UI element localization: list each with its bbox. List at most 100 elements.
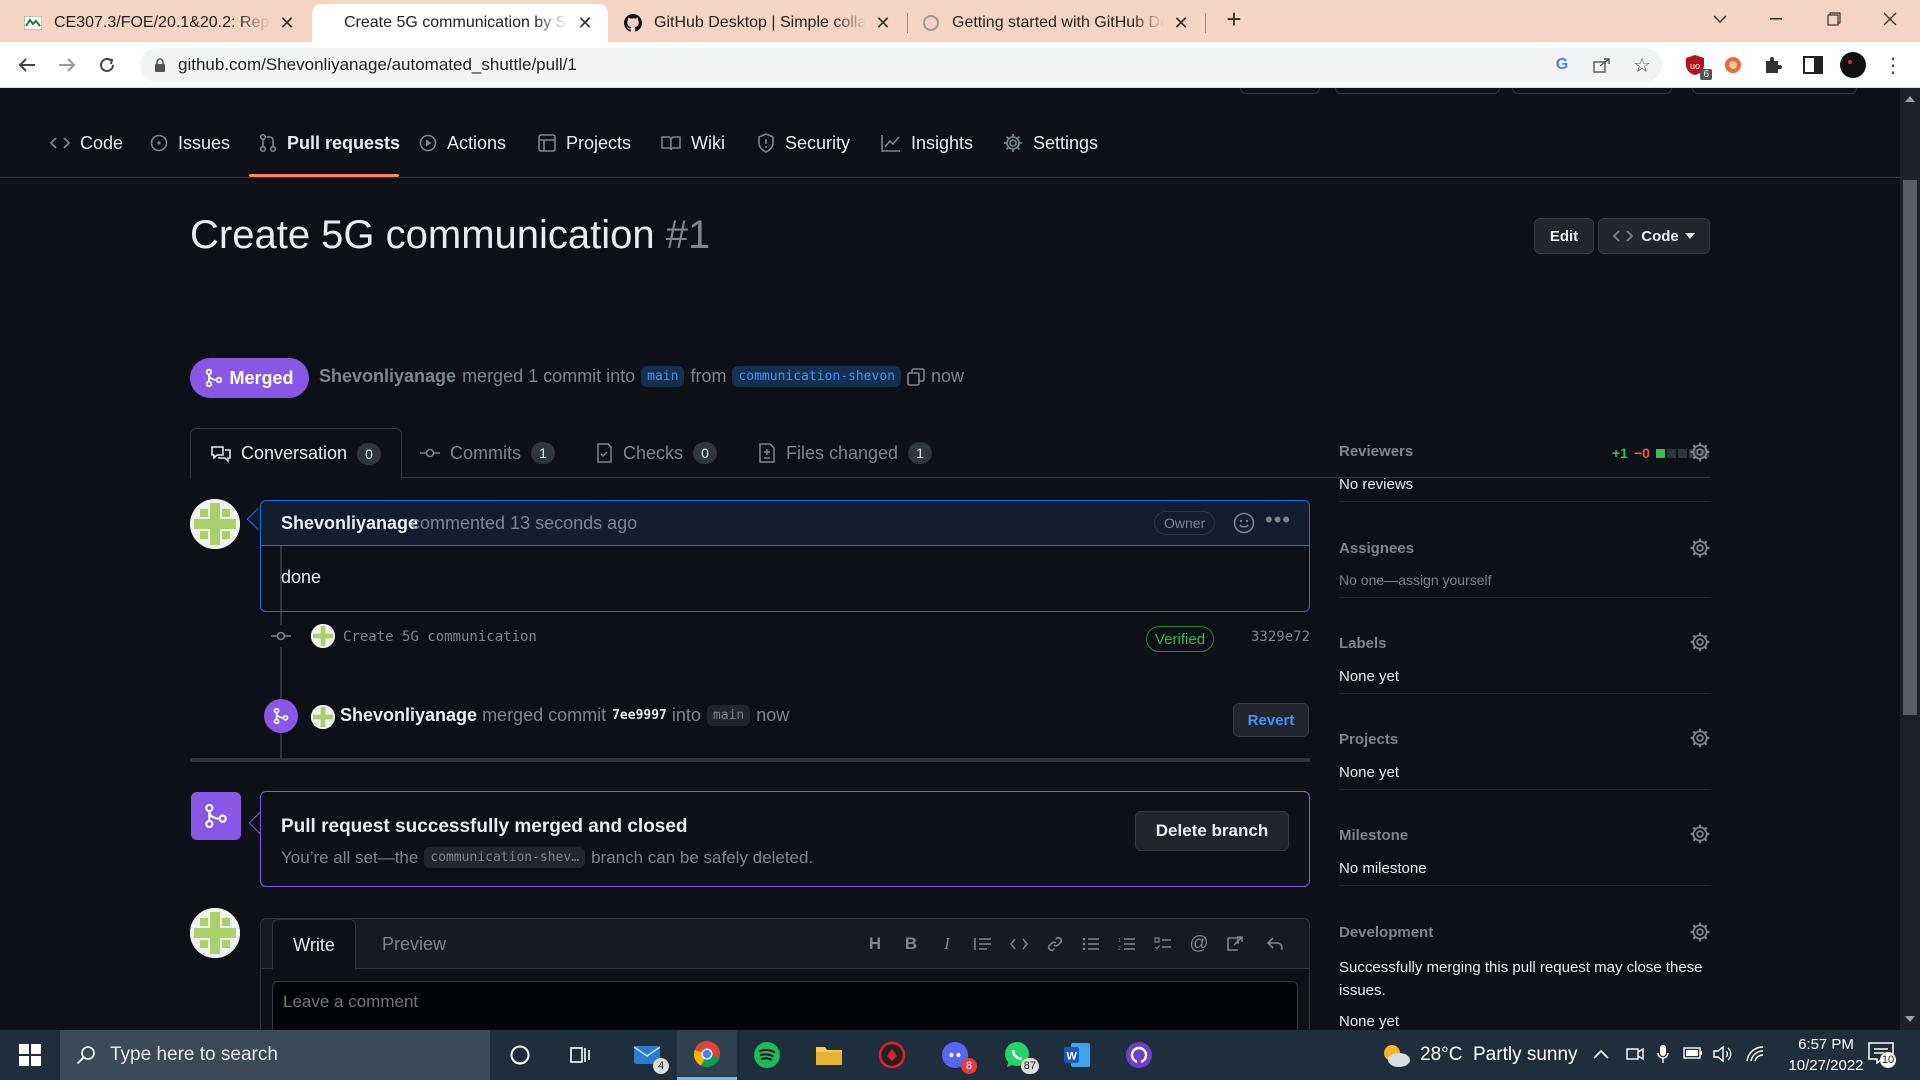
nav-pull-requests[interactable]: Pull requests (259, 128, 400, 158)
sidebar-heading[interactable]: Reviewers (1339, 443, 1413, 460)
side-panel-icon[interactable] (1800, 52, 1826, 78)
delete-branch-button[interactable]: Delete branch (1135, 811, 1289, 851)
gear-icon[interactable] (1689, 441, 1711, 463)
preview-tab[interactable]: Preview (366, 919, 462, 969)
battery-icon[interactable] (1683, 1046, 1703, 1065)
close-window-icon[interactable] (1862, 0, 1918, 38)
sidebar-heading[interactable]: Assignees (1339, 540, 1414, 557)
commit-message-link[interactable]: Create 5G communication (343, 629, 537, 645)
browser-tab-getting-started[interactable]: Getting started with GitHub Desktop ✕ (908, 4, 1204, 42)
tab-commits[interactable]: Commits 1 (420, 428, 555, 478)
windows-start-icon[interactable] (0, 1030, 60, 1080)
head-branch-link[interactable]: communication-shevon (732, 366, 901, 387)
microphone-icon[interactable] (1656, 1044, 1670, 1069)
write-tab[interactable]: Write (272, 919, 356, 970)
notifications-icon[interactable]: 10 (1868, 1042, 1898, 1068)
word-app-icon[interactable]: W (1047, 1030, 1107, 1080)
browser-tab-pull-request[interactable]: Create 5G communication by Shevonliyanag… (312, 4, 608, 42)
scroll-down-arrow-icon[interactable] (1905, 1016, 1915, 1022)
reply-icon[interactable] (1263, 932, 1287, 956)
comment-input[interactable] (272, 981, 1298, 1030)
nav-wiki[interactable]: Wiki (661, 128, 725, 158)
lock-icon[interactable] (150, 55, 170, 75)
github-desktop-app-icon[interactable] (1109, 1030, 1169, 1080)
nav-settings[interactable]: Settings (1003, 128, 1098, 158)
bookmark-star-icon[interactable]: ☆ (1632, 55, 1652, 77)
italic-icon[interactable]: I (935, 932, 959, 956)
wifi-icon[interactable] (1745, 1045, 1765, 1068)
reload-icon[interactable] (92, 50, 122, 80)
browser-tab-repository[interactable]: CE307.3/FOE/20.1&20.2: Repository ✕ (10, 4, 310, 42)
avatar[interactable] (190, 499, 240, 549)
kebab-menu-icon[interactable]: ••• (1265, 507, 1291, 533)
nav-security[interactable]: Security (757, 128, 850, 158)
gear-icon[interactable] (1689, 727, 1711, 749)
bold-icon[interactable]: B (899, 932, 923, 956)
tab-close-icon[interactable]: ✕ (576, 13, 594, 34)
author-link[interactable]: Shevonliyanage (319, 366, 456, 387)
comment-author[interactable]: Shevonliyanage (281, 513, 418, 534)
gear-icon[interactable] (1689, 921, 1711, 943)
merge-event-time[interactable]: now (756, 705, 789, 726)
avatar[interactable] (311, 624, 335, 648)
code-dropdown-button[interactable]: Code (1598, 218, 1710, 254)
restore-window-icon[interactable] (1806, 0, 1862, 38)
nav-projects[interactable]: Projects (538, 128, 631, 158)
tab-close-icon[interactable]: ✕ (278, 13, 296, 34)
nav-insights[interactable]: Insights (881, 128, 973, 158)
tab-conversation[interactable]: Conversation 0 (190, 428, 403, 479)
smiley-icon[interactable] (1233, 512, 1255, 539)
chrome-app-icon[interactable] (677, 1030, 737, 1080)
cross-reference-icon[interactable] (1223, 932, 1247, 956)
commit-sha-link[interactable]: 3329e72 (1251, 629, 1310, 645)
copy-icon[interactable] (907, 367, 925, 386)
back-arrow-icon[interactable] (12, 50, 42, 80)
profile-avatar[interactable] (1840, 52, 1866, 78)
sidebar-heading[interactable]: Labels (1339, 635, 1387, 652)
tray-chevron-icon[interactable] (1593, 1046, 1609, 1064)
gear-icon[interactable] (1689, 823, 1711, 845)
ublock-extension-icon[interactable]: uo 6 (1682, 52, 1712, 80)
cortana-circle-icon[interactable] (490, 1030, 550, 1080)
meet-now-icon[interactable] (1626, 1045, 1644, 1068)
ordered-list-icon[interactable]: 12 (1115, 932, 1139, 956)
weather-widget[interactable]: 28°C Partly sunny (1380, 1030, 1578, 1080)
link-icon[interactable] (1043, 932, 1067, 956)
heading-icon[interactable]: H (863, 932, 887, 956)
file-explorer-icon[interactable] (799, 1030, 859, 1080)
whatsapp-app-icon[interactable]: 87 (987, 1030, 1047, 1080)
address-bar[interactable]: github.com/Shevonliyanage/automated_shut… (140, 48, 1662, 82)
extensions-puzzle-icon[interactable] (1760, 52, 1786, 78)
revert-button[interactable]: Revert (1233, 703, 1309, 737)
code-icon[interactable] (1007, 932, 1031, 956)
sidebar-heading[interactable]: Milestone (1339, 827, 1408, 844)
tab-files-changed[interactable]: Files changed 1 (758, 428, 933, 478)
mail-app-icon[interactable]: 4 (617, 1030, 677, 1080)
honey-extension-icon[interactable] (1720, 52, 1746, 78)
merge-branch-link[interactable]: main (706, 705, 751, 726)
system-clock[interactable]: 6:57 PM 10/27/2022 (1776, 1034, 1876, 1076)
discord-app-icon[interactable]: 8 (925, 1030, 985, 1080)
tab-close-icon[interactable]: ✕ (874, 13, 892, 34)
tab-close-icon[interactable]: ✕ (1172, 13, 1190, 34)
scrollbar-thumb[interactable] (1903, 180, 1917, 715)
taskbar-search-box[interactable]: Type here to search (60, 1030, 490, 1080)
verified-badge[interactable]: Verified (1146, 626, 1215, 652)
browser-menu-icon[interactable]: ⋮ (1880, 52, 1906, 78)
browser-tab-github-desktop[interactable]: GitHub Desktop | Simple collaboration ✕ (610, 4, 906, 42)
volume-icon[interactable] (1713, 1045, 1733, 1068)
assign-yourself-link[interactable]: assign yourself (1398, 572, 1491, 588)
nav-actions[interactable]: Actions (419, 128, 506, 158)
security-app-icon[interactable] (862, 1030, 922, 1080)
google-lens-icon[interactable]: G (1552, 55, 1572, 75)
sidebar-heading[interactable]: Projects (1339, 731, 1398, 748)
avatar[interactable] (311, 705, 335, 729)
task-list-icon[interactable] (1151, 932, 1175, 956)
gear-icon[interactable] (1689, 537, 1711, 559)
mention-icon[interactable]: @ (1187, 932, 1211, 956)
edit-title-button[interactable]: Edit (1534, 218, 1594, 254)
quote-icon[interactable] (971, 932, 995, 956)
share-icon[interactable] (1592, 55, 1612, 75)
forward-arrow-icon[interactable] (52, 50, 82, 80)
minimize-window-icon[interactable] (1748, 0, 1804, 38)
